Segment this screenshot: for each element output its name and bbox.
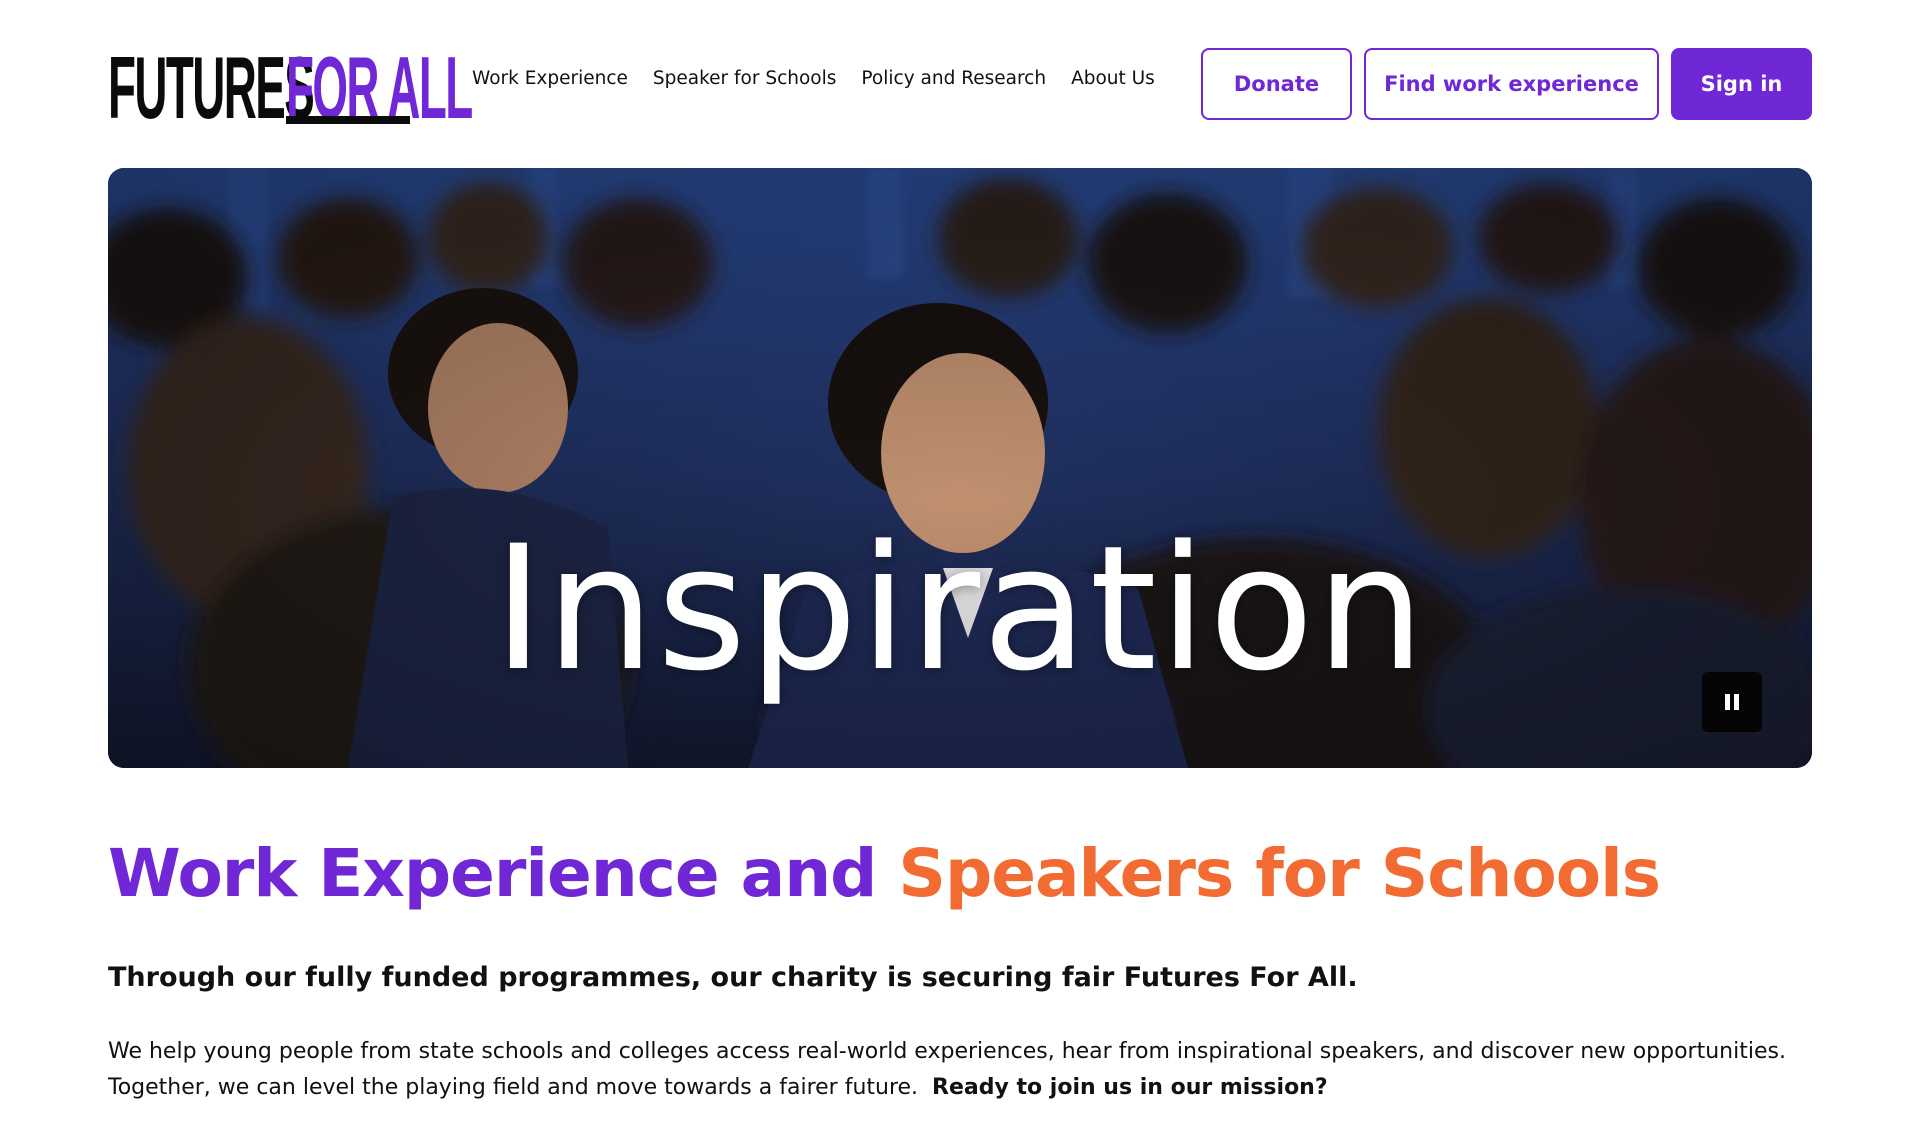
futures-for-all-logo[interactable]: FUTURES FOR ALL [108,38,473,137]
find-work-experience-button[interactable]: Find work experience [1364,48,1659,120]
subheading: Through our fully funded programmes, our… [108,962,1358,993]
mission-question: Ready to join us in our mission? [932,1075,1328,1100]
hero-video: Inspiration [108,168,1812,768]
donate-button[interactable]: Donate [1201,48,1352,120]
nav-list: Work Experience Speaker for Schools Poli… [472,68,1155,89]
headline-part-work-experience: Work Experience and [108,835,877,912]
nav-item-speaker-for-schools[interactable]: Speaker for Schools [653,68,837,89]
intro-paragraph: We help young people from state schools … [108,1034,1818,1106]
headline-part-speakers: Speakers for Schools [898,835,1661,912]
site-header: FUTURES FOR ALL Work Experience Speaker … [108,38,1812,137]
pause-video-button[interactable] [1702,672,1762,732]
header-actions: Donate Find work experience Sign in [1201,48,1812,120]
logo-underline [286,116,410,124]
sign-in-button[interactable]: Sign in [1671,48,1812,120]
logo-word-futures: FUTURES [108,38,315,137]
logo-word-for-all: FOR ALL [286,38,473,137]
pause-icon [1725,694,1739,710]
nav-item-work-experience[interactable]: Work Experience [472,68,628,89]
nav-item-about-us[interactable]: About Us [1071,68,1155,89]
page-headline: Work Experience and Speakers for Schools [108,832,1661,916]
hero-overlay-word: Inspiration [493,508,1427,709]
nav-item-policy-and-research[interactable]: Policy and Research [861,68,1046,89]
